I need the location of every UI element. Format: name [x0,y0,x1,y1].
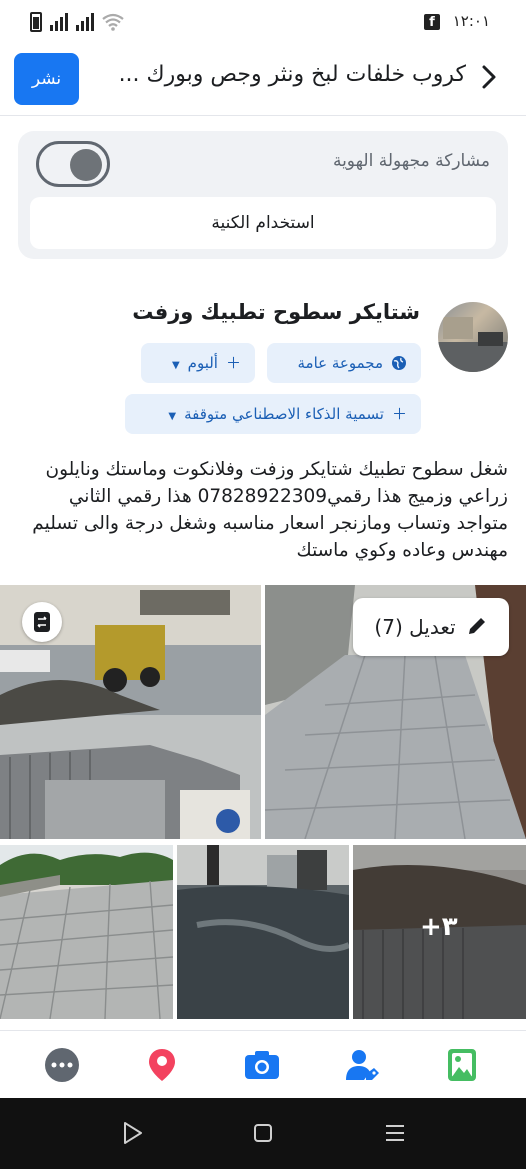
anonymous-posting-card: مشاركة مجهولة الهوية استخدام الكنية [18,131,508,259]
reorder-icon[interactable] [22,602,62,642]
edit-photos-label: تعديل (7) [374,615,456,639]
ai-label-chip[interactable]: ＋ تسمية الذكاء الاصطناعي متوقفة ▼ [125,394,421,434]
signal-icon [50,13,68,31]
facebook-icon: f [424,14,440,30]
system-nav-bar [0,1098,526,1169]
album-label: ألبوم [187,354,218,372]
anonymous-toggle[interactable] [36,141,110,187]
anonymous-label: مشاركة مجهولة الهوية [332,151,490,171]
group-avatar [438,302,508,372]
use-alias-button[interactable]: استخدام الكنية [30,197,496,249]
globe-icon [391,343,407,383]
more-photos-count[interactable]: +٣ [420,912,458,942]
edit-photos-button[interactable]: تعديل (7) [353,598,509,656]
more-icon[interactable] [44,1047,80,1083]
chevron-right-icon[interactable] [474,62,504,92]
pencil-icon [466,601,488,659]
camera-icon[interactable] [244,1047,280,1083]
status-icons [30,12,124,32]
photo-4[interactable] [177,845,349,1019]
plus-icon: ＋ [225,354,241,372]
audience-chip[interactable]: مجموعة عامة [267,343,421,383]
wifi-icon [102,13,124,31]
album-chip[interactable]: ＋ ألبوم ▼ [141,343,255,383]
post-button[interactable]: نشر [14,53,79,105]
composer-header: نشر كروب خلفات لبخ ونثر وجص وبورك ... [0,44,526,116]
recents-nav-icon[interactable] [382,1120,408,1146]
status-bar: f ١٢:٠١ [0,0,526,44]
location-icon[interactable] [144,1047,180,1083]
caret-down-icon: ▼ [171,360,180,371]
audience-label: مجموعة عامة [297,354,384,372]
toggle-knob [70,149,102,181]
battery-icon [30,12,42,32]
tag-people-icon[interactable] [344,1047,380,1083]
back-nav-icon[interactable] [120,1120,146,1146]
photo-3[interactable] [0,845,173,1019]
signal-icon-2 [76,13,94,31]
post-text[interactable]: شغل سطوح تطبيك شتايكر وزفت وفلانكوت وماس… [16,456,508,564]
photo-icon[interactable] [444,1047,480,1083]
status-time: ١٢:٠١ [452,12,490,30]
plus-icon: ＋ [391,405,407,423]
composer-toolbar [0,1030,526,1098]
home-nav-icon[interactable] [250,1120,276,1146]
ai-label-text: تسمية الذكاء الاصطناعي متوقفة [184,405,384,423]
caret-down-icon: ▼ [168,411,177,422]
group-title: كروب خلفات لبخ ونثر وجص وبورك ... [118,62,466,87]
author-name: شتايكر سطوح تطبيك وزفت [132,300,420,324]
